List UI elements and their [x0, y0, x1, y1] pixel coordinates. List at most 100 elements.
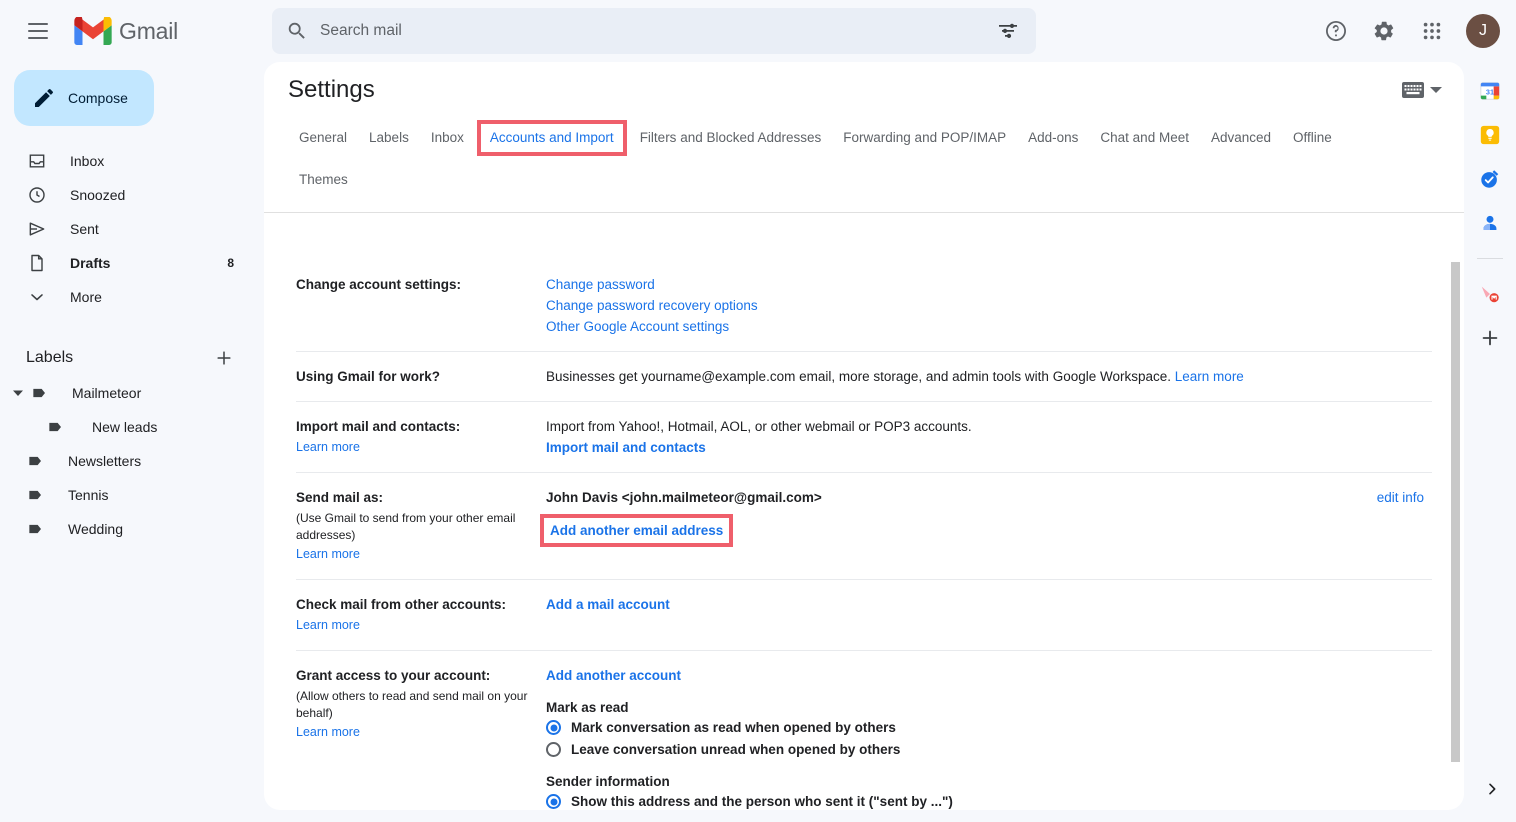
row-label: Import mail and contacts: [296, 419, 461, 434]
send-mail-as-learn-more-link[interactable]: Learn more [296, 544, 538, 565]
tab-accounts-and-import[interactable]: Accounts and Import [476, 120, 627, 156]
labels-title: Labels [26, 349, 74, 366]
add-another-email-address-link[interactable]: Add another email address [550, 521, 723, 540]
tab-forwarding-and-pop-imap[interactable]: Forwarding and POP/IMAP [832, 120, 1017, 156]
sidebar-item-label: More [70, 289, 102, 305]
sidebar-item-label: Sent [70, 221, 99, 237]
gear-icon[interactable] [1362, 9, 1406, 53]
add-a-mail-account-link[interactable]: Add a mail account [546, 594, 1432, 615]
sidebar-item-more[interactable]: More [0, 280, 256, 314]
sidebar-label-wedding[interactable]: Wedding [0, 512, 256, 546]
send-icon [26, 218, 48, 240]
import-learn-more-link[interactable]: Learn more [296, 437, 538, 458]
clock-icon [26, 184, 48, 206]
avatar[interactable]: J [1466, 14, 1500, 48]
search-input[interactable] [320, 22, 996, 40]
google-contacts-icon[interactable] [1479, 212, 1501, 234]
search-options-icon[interactable] [996, 19, 1020, 43]
settings-content: Change account settings: Change password… [264, 260, 1464, 810]
tab-add-ons[interactable]: Add-ons [1017, 120, 1089, 156]
add-another-account-link[interactable]: Add another account [546, 665, 1432, 686]
gmail-for-work-learn-more-link[interactable]: Learn more [1175, 369, 1244, 384]
sidebar-item-label: Drafts [70, 255, 111, 271]
side-apps-rail: 31 [1464, 62, 1516, 822]
chevron-down-icon [26, 286, 48, 308]
radio-indicator[interactable] [546, 720, 561, 735]
scrollbar-thumb[interactable] [1451, 262, 1460, 762]
sidebar-item-snoozed[interactable]: Snoozed [0, 178, 256, 212]
radio-label: Mark conversation as read when opened by… [571, 720, 896, 735]
sidebar-label-new-leads[interactable]: New leads [0, 410, 256, 444]
import-mail-and-contacts-link[interactable]: Import mail and contacts [546, 437, 1432, 458]
settings-tabs-row-1: General Labels Inbox Accounts and Import… [288, 120, 1428, 156]
grant-access-note: (Allow others to read and send mail on y… [296, 689, 528, 720]
search-bar[interactable] [272, 8, 1036, 54]
sidebar-item-drafts[interactable]: Drafts 8 [0, 246, 256, 280]
input-tools-selector[interactable] [1402, 82, 1442, 98]
change-password-link[interactable]: Change password [546, 274, 1432, 295]
plus-icon[interactable] [214, 348, 234, 368]
radio-indicator[interactable] [546, 742, 561, 757]
search-icon [288, 22, 305, 39]
rail-divider [1477, 258, 1503, 259]
compose-button[interactable]: Compose [14, 70, 154, 126]
sidebar-label-newsletters[interactable]: Newsletters [0, 444, 256, 478]
top-right-actions: J [1314, 0, 1504, 62]
tab-labels[interactable]: Labels [358, 120, 420, 156]
tab-chat-and-meet[interactable]: Chat and Meet [1089, 120, 1200, 156]
row-label: Using Gmail for work? [296, 369, 441, 384]
tab-offline[interactable]: Offline [1282, 120, 1343, 156]
sidebar-item-label: Snoozed [70, 187, 126, 203]
add-addon-icon[interactable] [1479, 327, 1501, 349]
tab-themes[interactable]: Themes [288, 162, 359, 198]
google-tasks-icon[interactable] [1479, 168, 1501, 190]
sidebar-label-mailmeteor[interactable]: Mailmeteor [0, 376, 256, 410]
google-calendar-icon[interactable]: 31 [1479, 80, 1501, 102]
edit-info-link[interactable]: edit info [1272, 487, 1424, 508]
mailmeteor-icon[interactable] [1479, 283, 1501, 305]
row-using-gmail-for-work: Using Gmail for work? Businesses get you… [296, 352, 1432, 402]
hamburger-menu-icon[interactable] [14, 7, 62, 55]
sidebar-item-inbox[interactable]: Inbox [0, 144, 256, 178]
row-change-account-settings: Change account settings: Change password… [296, 260, 1432, 352]
radio-mark-conversation-read[interactable]: Mark conversation as read when opened by… [546, 717, 1432, 738]
settings-panel: Settings General Labels Inbox Accounts a… [264, 62, 1464, 810]
tab-inbox[interactable]: Inbox [420, 120, 475, 156]
sidebar-label-tennis[interactable]: Tennis [0, 478, 256, 512]
radio-label: Show this address and the person who sen… [571, 794, 953, 809]
radio-indicator[interactable] [546, 794, 561, 809]
radio-show-address-and-person[interactable]: Show this address and the person who sen… [546, 791, 1432, 810]
other-google-account-settings-link[interactable]: Other Google Account settings [546, 316, 1432, 337]
label-tag-icon [29, 456, 41, 466]
radio-leave-conversation-unread[interactable]: Leave conversation unread when opened by… [546, 739, 1432, 760]
content-scrollbar[interactable] [1451, 260, 1460, 810]
check-mail-learn-more-link[interactable]: Learn more [296, 615, 538, 636]
svg-text:31: 31 [1486, 88, 1494, 97]
tab-filters-and-blocked-addresses[interactable]: Filters and Blocked Addresses [629, 120, 833, 156]
caret-down-icon[interactable] [10, 385, 26, 401]
compose-label: Compose [68, 90, 128, 106]
apps-grid-icon[interactable] [1410, 9, 1454, 53]
sender-information-title: Sender information [546, 774, 670, 789]
nav-list: Inbox Snoozed Sent Drafts 8 More [0, 144, 256, 314]
tab-general[interactable]: General [288, 120, 358, 156]
sidebar-item-sent[interactable]: Sent [0, 212, 256, 246]
google-keep-icon[interactable] [1479, 124, 1501, 146]
gmail-brand[interactable]: Gmail [74, 17, 178, 45]
top-bar: Gmail Search mail J [0, 0, 1516, 62]
import-description: Import from Yahoo!, Hotmail, AOL, or oth… [546, 419, 972, 434]
grant-access-learn-more-link[interactable]: Learn more [296, 722, 538, 743]
keyboard-icon [1402, 82, 1424, 98]
caret-down-icon [1430, 87, 1442, 93]
tab-advanced[interactable]: Advanced [1200, 120, 1282, 156]
change-password-recovery-link[interactable]: Change password recovery options [546, 295, 1432, 316]
labels-list: Mailmeteor New leads Newsletters Tennis … [0, 376, 256, 546]
expand-rail-button[interactable] [1484, 781, 1500, 802]
brand-text: Gmail [119, 17, 179, 44]
mark-as-read-title: Mark as read [546, 700, 629, 715]
sidebar-item-count: 8 [227, 256, 234, 270]
gmail-for-work-text: Businesses get yourname@example.com emai… [546, 369, 1172, 384]
row-label: Check mail from other accounts: [296, 597, 507, 612]
help-icon[interactable] [1314, 9, 1358, 53]
page-title: Settings [288, 76, 375, 103]
